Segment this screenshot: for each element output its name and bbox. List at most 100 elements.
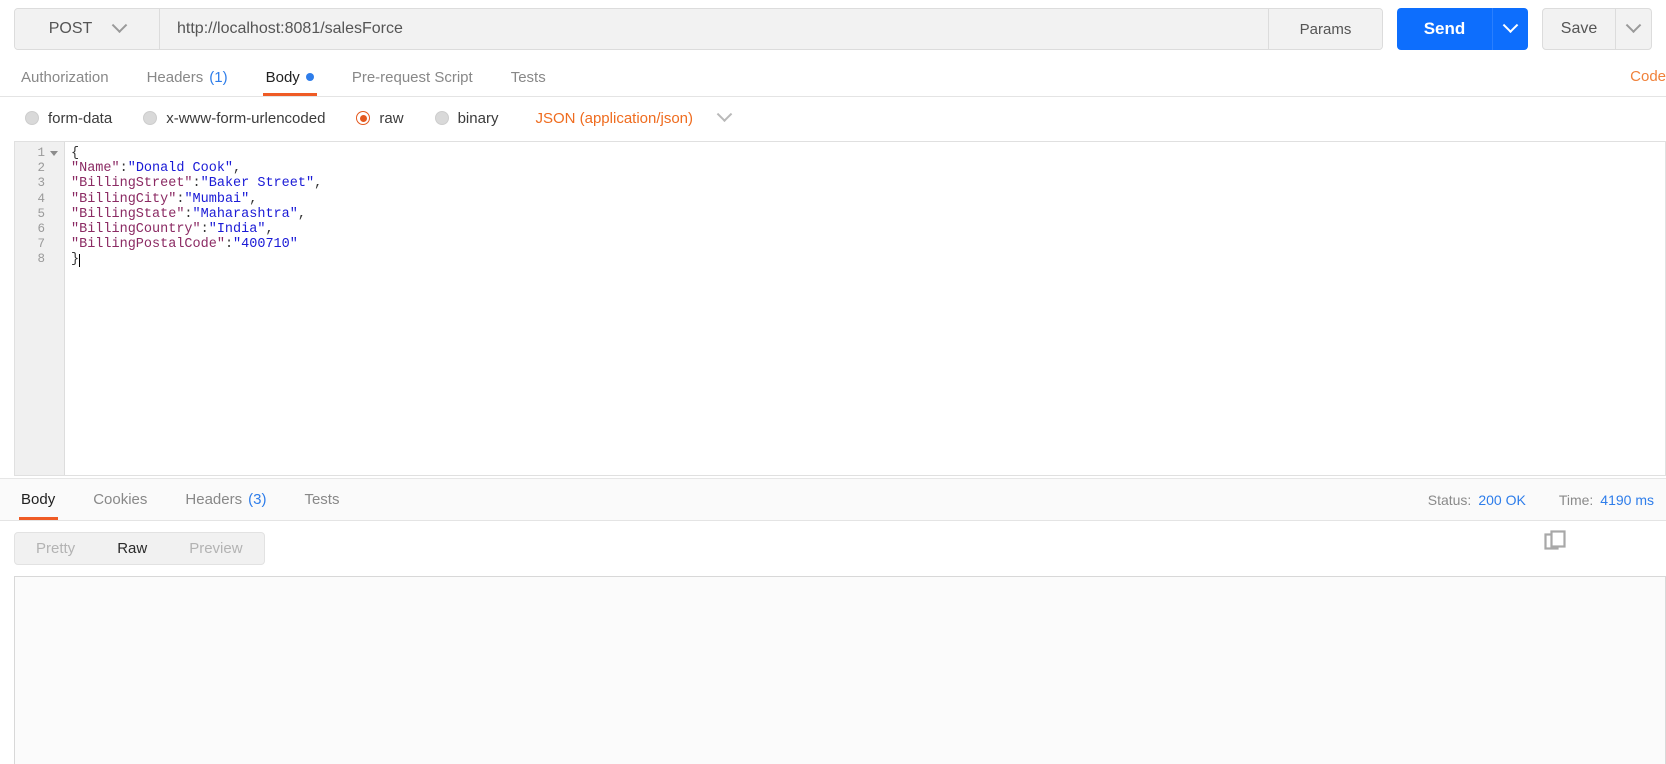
line-number: 4 [37, 191, 45, 206]
triangle-down-icon[interactable] [50, 151, 58, 157]
copy-icon[interactable] [1544, 530, 1566, 552]
request-bar: POST http://localhost:8081/salesForce Pa… [0, 0, 1666, 58]
send-options-button[interactable] [1492, 8, 1528, 50]
code-token: "Mumbai" [184, 191, 250, 207]
body-type-label: binary [457, 109, 499, 127]
code-link[interactable]: Code [1630, 68, 1666, 85]
body-type-binary[interactable]: binary [434, 109, 499, 127]
send-button[interactable]: Send [1397, 8, 1492, 50]
code-token: } [71, 252, 80, 268]
http-method-select[interactable]: POST [15, 9, 160, 49]
tab-label: Authorization [21, 68, 109, 86]
save-options-button[interactable] [1615, 9, 1651, 49]
format-raw-button[interactable]: Raw [96, 533, 168, 564]
chevron-down-icon [112, 16, 128, 33]
radio-icon[interactable] [143, 111, 158, 125]
chevron-down-icon [1502, 16, 1519, 33]
code-token: "Baker Street" [200, 176, 315, 192]
body-type-x-www-form-urlencoded[interactable]: x-www-form-urlencoded [143, 110, 325, 127]
code-line: "BillingStreet":"Baker Street", [71, 176, 1665, 191]
body-type-raw[interactable]: raw [356, 109, 404, 127]
code-token: "BillingStreet" [71, 176, 193, 192]
gutter-line: 6 [15, 222, 64, 237]
url-group: POST http://localhost:8081/salesForce Pa… [14, 8, 1383, 50]
code-line: "BillingCountry":"India", [71, 222, 1665, 237]
code-token: { [71, 146, 80, 161]
code-line: "BillingPostalCode":"400710" [71, 237, 1665, 252]
tab-authorization[interactable]: Authorization [17, 58, 128, 96]
status-value: 200 OK [1478, 492, 1526, 508]
code-token: "Name" [71, 161, 120, 177]
radio-icon[interactable] [434, 111, 449, 125]
status-label: Status: [1427, 492, 1472, 508]
response-headers-count: (3) [248, 491, 267, 508]
code-token: , [314, 176, 323, 192]
http-method-label: POST [48, 20, 93, 37]
gutter-line: 7 [15, 237, 64, 252]
response-body-panel[interactable] [14, 576, 1666, 764]
line-number: 8 [37, 252, 45, 267]
code-token: "BillingCity" [71, 191, 177, 207]
format-preview-button[interactable]: Preview [168, 533, 263, 564]
response-tab-cookies[interactable]: Cookies [74, 479, 166, 520]
code-line: "BillingCity":"Mumbai", [71, 192, 1665, 207]
radio-icon[interactable] [25, 111, 39, 125]
line-number: 3 [37, 176, 45, 191]
response-tab-tests[interactable]: Tests [285, 479, 358, 520]
response-tab-headers[interactable]: Headers (3) [166, 479, 285, 520]
request-tabs: Authorization Headers (1) Body Pre-reque… [0, 58, 1666, 97]
code-token: , [265, 221, 274, 237]
body-type-label: raw [379, 109, 404, 127]
response-tabs: Body Cookies Headers (3) Tests Status: 2… [0, 479, 1666, 521]
gutter-line: 4 [15, 192, 64, 207]
code-token: "India" [208, 221, 266, 237]
body-type-label: form-data [48, 109, 113, 127]
format-pretty-button[interactable]: Pretty [15, 533, 96, 564]
tab-label: Tests [304, 491, 340, 508]
code-line: "BillingState":"Maharashtra", [71, 207, 1665, 222]
save-button[interactable]: Save [1543, 9, 1615, 49]
content-type-select[interactable]: JSON (application/json) [535, 105, 733, 127]
request-body-editor[interactable]: 1 2 3 4 5 6 7 8 {"Name":"Donald Cook", "… [14, 141, 1666, 476]
tab-pre-request-script[interactable]: Pre-request Script [333, 58, 492, 96]
response-meta: Status: 200 OK Time: 4190 ms [1428, 492, 1654, 508]
line-number: 7 [37, 237, 45, 252]
tab-tests[interactable]: Tests [492, 58, 565, 96]
tab-label: Cookies [93, 491, 148, 508]
code-token: , [233, 161, 242, 177]
code-token: : [200, 221, 209, 237]
tab-headers[interactable]: Headers (1) [128, 58, 247, 96]
tab-body[interactable]: Body [247, 58, 333, 96]
code-line: "Name":"Donald Cook", [71, 161, 1665, 176]
code-token: "BillingPostalCode" [71, 237, 225, 253]
line-number: 2 [37, 161, 45, 176]
body-type-form-data[interactable]: form-data [25, 110, 112, 127]
tab-label: Headers [185, 491, 243, 508]
code-token: "400710" [233, 237, 298, 253]
line-number: 5 [37, 206, 45, 221]
code-token: , [297, 206, 306, 222]
code-token: : [184, 206, 193, 222]
code-token: "Donald Cook" [127, 161, 234, 177]
text-cursor [79, 254, 81, 268]
code-token: , [249, 191, 258, 207]
radio-icon-selected[interactable] [356, 111, 371, 125]
time-badge: Time: 4190 ms [1559, 492, 1654, 508]
response-tab-body[interactable]: Body [17, 479, 74, 520]
gutter-line: 2 [15, 161, 64, 176]
code-token: : [192, 176, 201, 192]
code-line: { [71, 146, 1665, 161]
code-token: "BillingCountry" [71, 221, 201, 237]
tab-label: Tests [510, 68, 546, 86]
editor-gutter: 1 2 3 4 5 6 7 8 [15, 142, 65, 475]
chevron-down-icon [1625, 16, 1642, 33]
params-button[interactable]: Params [1268, 9, 1382, 49]
tab-label: Body [265, 68, 300, 86]
code-token: "Maharashtra" [192, 206, 298, 222]
tab-label: Body [21, 491, 56, 508]
editor-code-area[interactable]: {"Name":"Donald Cook", "BillingStreet":"B… [65, 142, 1665, 475]
time-label: Time: [1558, 492, 1594, 508]
code-token: : [224, 237, 234, 253]
status-badge: Status: 200 OK [1428, 492, 1526, 508]
request-url-input[interactable]: http://localhost:8081/salesForce [160, 9, 1268, 49]
